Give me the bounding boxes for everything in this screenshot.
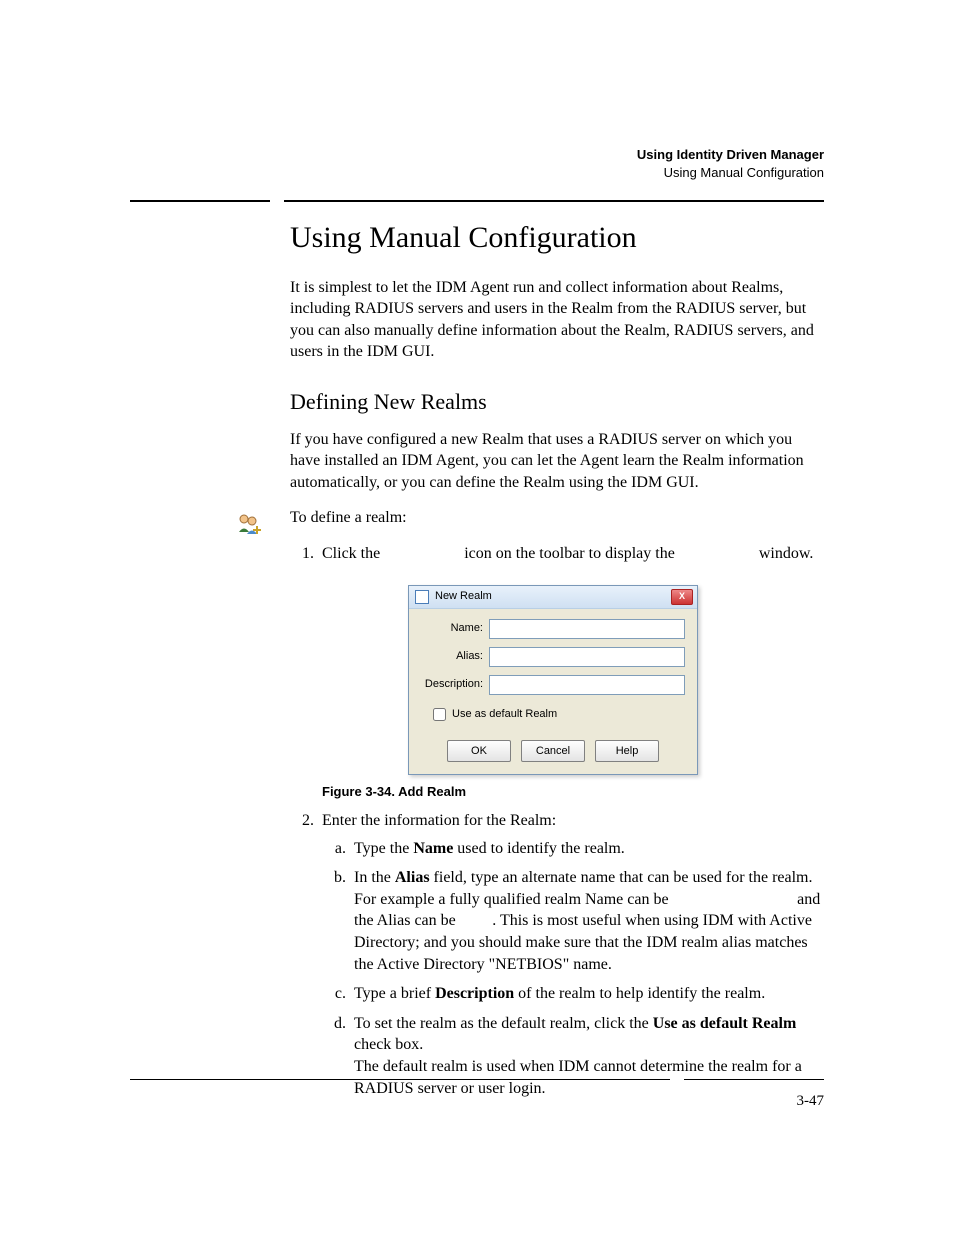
close-icon[interactable]: X xyxy=(671,589,693,605)
steps-list: Click the New Realm icon on the toolbar … xyxy=(290,543,824,1099)
ok-button[interactable]: OK xyxy=(447,740,511,762)
new-realm-dialog: New Realm X Name: Alias: xyxy=(408,585,698,775)
step-2d: To set the realm as the default realm, c… xyxy=(350,1013,824,1099)
intro-paragraph: It is simplest to let the IDM Agent run … xyxy=(290,277,824,363)
name-field[interactable] xyxy=(489,619,685,639)
description-label: Description: xyxy=(421,677,483,692)
default-realm-checkbox[interactable] xyxy=(433,708,446,721)
bottom-rule xyxy=(130,1079,824,1080)
header-section: Using Manual Configuration xyxy=(637,164,824,182)
step-2-intro: Enter the information for the Realm: xyxy=(322,812,556,829)
help-button[interactable]: Help xyxy=(595,740,659,762)
to-define-lead: To define a realm: xyxy=(290,507,824,529)
step-2a: Type the Name used to identify the realm… xyxy=(350,838,824,860)
new-realm-margin-icon xyxy=(236,512,262,538)
dialog-titlebar: New Realm X xyxy=(409,586,697,609)
default-realm-label: Use as default Realm xyxy=(452,707,557,722)
subsection-title: Defining New Realms xyxy=(290,387,824,417)
step-2: Enter the information for the Realm: Typ… xyxy=(318,810,824,1099)
step-2c: Type a brief Description of the realm to… xyxy=(350,983,824,1005)
dialog-figure: New Realm X Name: Alias: xyxy=(408,585,698,775)
alias-label: Alias: xyxy=(421,649,483,664)
window-icon xyxy=(415,590,429,604)
step-2b: In the Alias field, type an alternate na… xyxy=(350,867,824,975)
description-field[interactable] xyxy=(489,675,685,695)
top-rule xyxy=(130,200,824,202)
step-1: Click the New Realm icon on the toolbar … xyxy=(318,543,824,800)
page-number: 3-47 xyxy=(797,1093,825,1110)
header-chapter: Using Identity Driven Manager xyxy=(637,146,824,164)
page-title: Using Manual Configuration xyxy=(290,218,824,259)
running-header: Using Identity Driven Manager Using Manu… xyxy=(637,146,824,181)
name-label: Name: xyxy=(421,621,483,636)
dialog-title: New Realm xyxy=(435,589,665,604)
cancel-button[interactable]: Cancel xyxy=(521,740,585,762)
figure-caption: Figure 3-34. Add Realm xyxy=(322,783,824,801)
define-paragraph: If you have configured a new Realm that … xyxy=(290,429,824,494)
alias-field[interactable] xyxy=(489,647,685,667)
